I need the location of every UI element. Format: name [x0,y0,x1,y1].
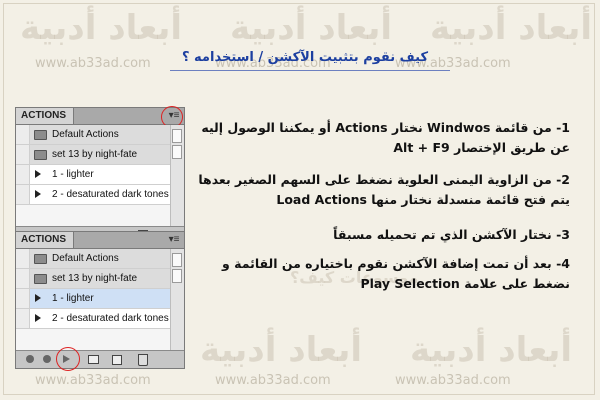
list-item-label: 2 - desaturated dark tones [52,313,169,324]
list-item-label: Default Actions [52,253,119,264]
list-item[interactable]: 1 - lighter [16,165,170,185]
toggle-checkbox[interactable] [16,289,30,308]
list-item-label: set 13 by night-fate [52,273,138,284]
panel-menu-icon[interactable]: ▾≡ [161,106,183,128]
actions-tab[interactable]: ACTIONS [16,108,74,124]
triangle-right-icon[interactable] [35,294,41,302]
step-text: بعد أن تمت إضافة الآكشن نقوم باختياره من… [222,256,570,291]
step-text: من قائمة Windwos نختار Actions أو يمكننا… [201,120,570,155]
list-item[interactable]: 2 - desaturated dark tones [16,309,170,329]
actions-list: Default Actions set 13 by night-fate 1 -… [16,249,184,350]
panel-footer [16,347,184,371]
panel-header: ACTIONS ▾≡ [16,232,184,249]
scrollbar[interactable] [170,125,184,226]
stop-button[interactable] [26,355,34,363]
title-underline [170,70,450,71]
toggle-checkbox[interactable] [16,249,30,268]
toggle-checkbox[interactable] [16,125,30,144]
triangle-right-icon[interactable] [35,190,41,198]
toggle-checkbox[interactable] [16,165,30,184]
record-button[interactable] [43,355,51,363]
instruction-step: 2- من الزاوية اليمنى العلوية نضغط على ال… [190,170,570,210]
actions-panel: ACTIONS ▾≡ Default Actions set 13 by nig… [15,231,185,371]
scroll-thumb[interactable] [172,253,182,267]
step-number: 2- [556,172,570,187]
scroll-thumb[interactable] [172,145,182,159]
instruction-step: 3- نختار الآكشن الذي تم تحميله مسبقاً [190,225,570,245]
trash-icon[interactable] [138,354,148,366]
page-title: كيف نقوم بتثبيت الآكشن / استخدامه ؟ [181,50,429,65]
folder-icon [34,150,47,160]
triangle-right-icon[interactable] [35,314,41,322]
step-text: من الزاوية اليمنى العلوية نضغط على السهم… [198,172,570,207]
scrollbar[interactable] [170,249,184,350]
scroll-thumb[interactable] [172,129,182,143]
toggle-checkbox[interactable] [16,145,30,164]
list-item-label: 1 - lighter [52,169,94,180]
list-item[interactable]: Default Actions [16,249,170,269]
list-item-selected[interactable]: 1 - lighter [16,289,170,309]
folder-icon [34,254,47,264]
instruction-step: 1- من قائمة Windwos نختار Actions أو يمك… [190,118,570,158]
list-item-label: 1 - lighter [52,293,94,304]
highlight-circle [56,347,80,371]
folder-icon [34,274,47,284]
list-item-label: set 13 by night-fate [52,149,138,160]
list-item[interactable]: set 13 by night-fate [16,145,170,165]
scroll-thumb[interactable] [172,269,182,283]
toggle-checkbox[interactable] [16,309,30,328]
new-action-button[interactable] [112,355,122,365]
step-number: 4- [556,256,570,271]
panel-header: ACTIONS ▾≡ [16,106,184,128]
list-item[interactable]: set 13 by night-fate [16,269,170,289]
list-item[interactable]: 2 - desaturated dark tones [16,185,170,205]
step-number: 1- [556,120,570,135]
list-item-label: 2 - desaturated dark tones [52,189,169,200]
instruction-step: 4- بعد أن تمت إضافة الآكشن نقوم باختياره… [190,254,570,294]
toggle-checkbox[interactable] [16,269,30,288]
actions-tab[interactable]: ACTIONS [16,232,74,248]
panel-menu-icon[interactable]: ▾≡ [167,234,181,245]
step-text: نختار الآكشن الذي تم تحميله مسبقاً [333,227,552,242]
toggle-checkbox[interactable] [16,185,30,204]
actions-panel: ACTIONS ▾≡ Default Actions set 13 by nig… [15,106,185,245]
actions-list: Default Actions set 13 by night-fate 1 -… [16,125,184,226]
list-item[interactable]: Default Actions [16,125,170,145]
list-item-label: Default Actions [52,129,119,140]
triangle-right-icon[interactable] [35,170,41,178]
step-number: 3- [556,227,570,242]
new-set-button[interactable] [88,355,99,364]
folder-icon [34,130,47,140]
